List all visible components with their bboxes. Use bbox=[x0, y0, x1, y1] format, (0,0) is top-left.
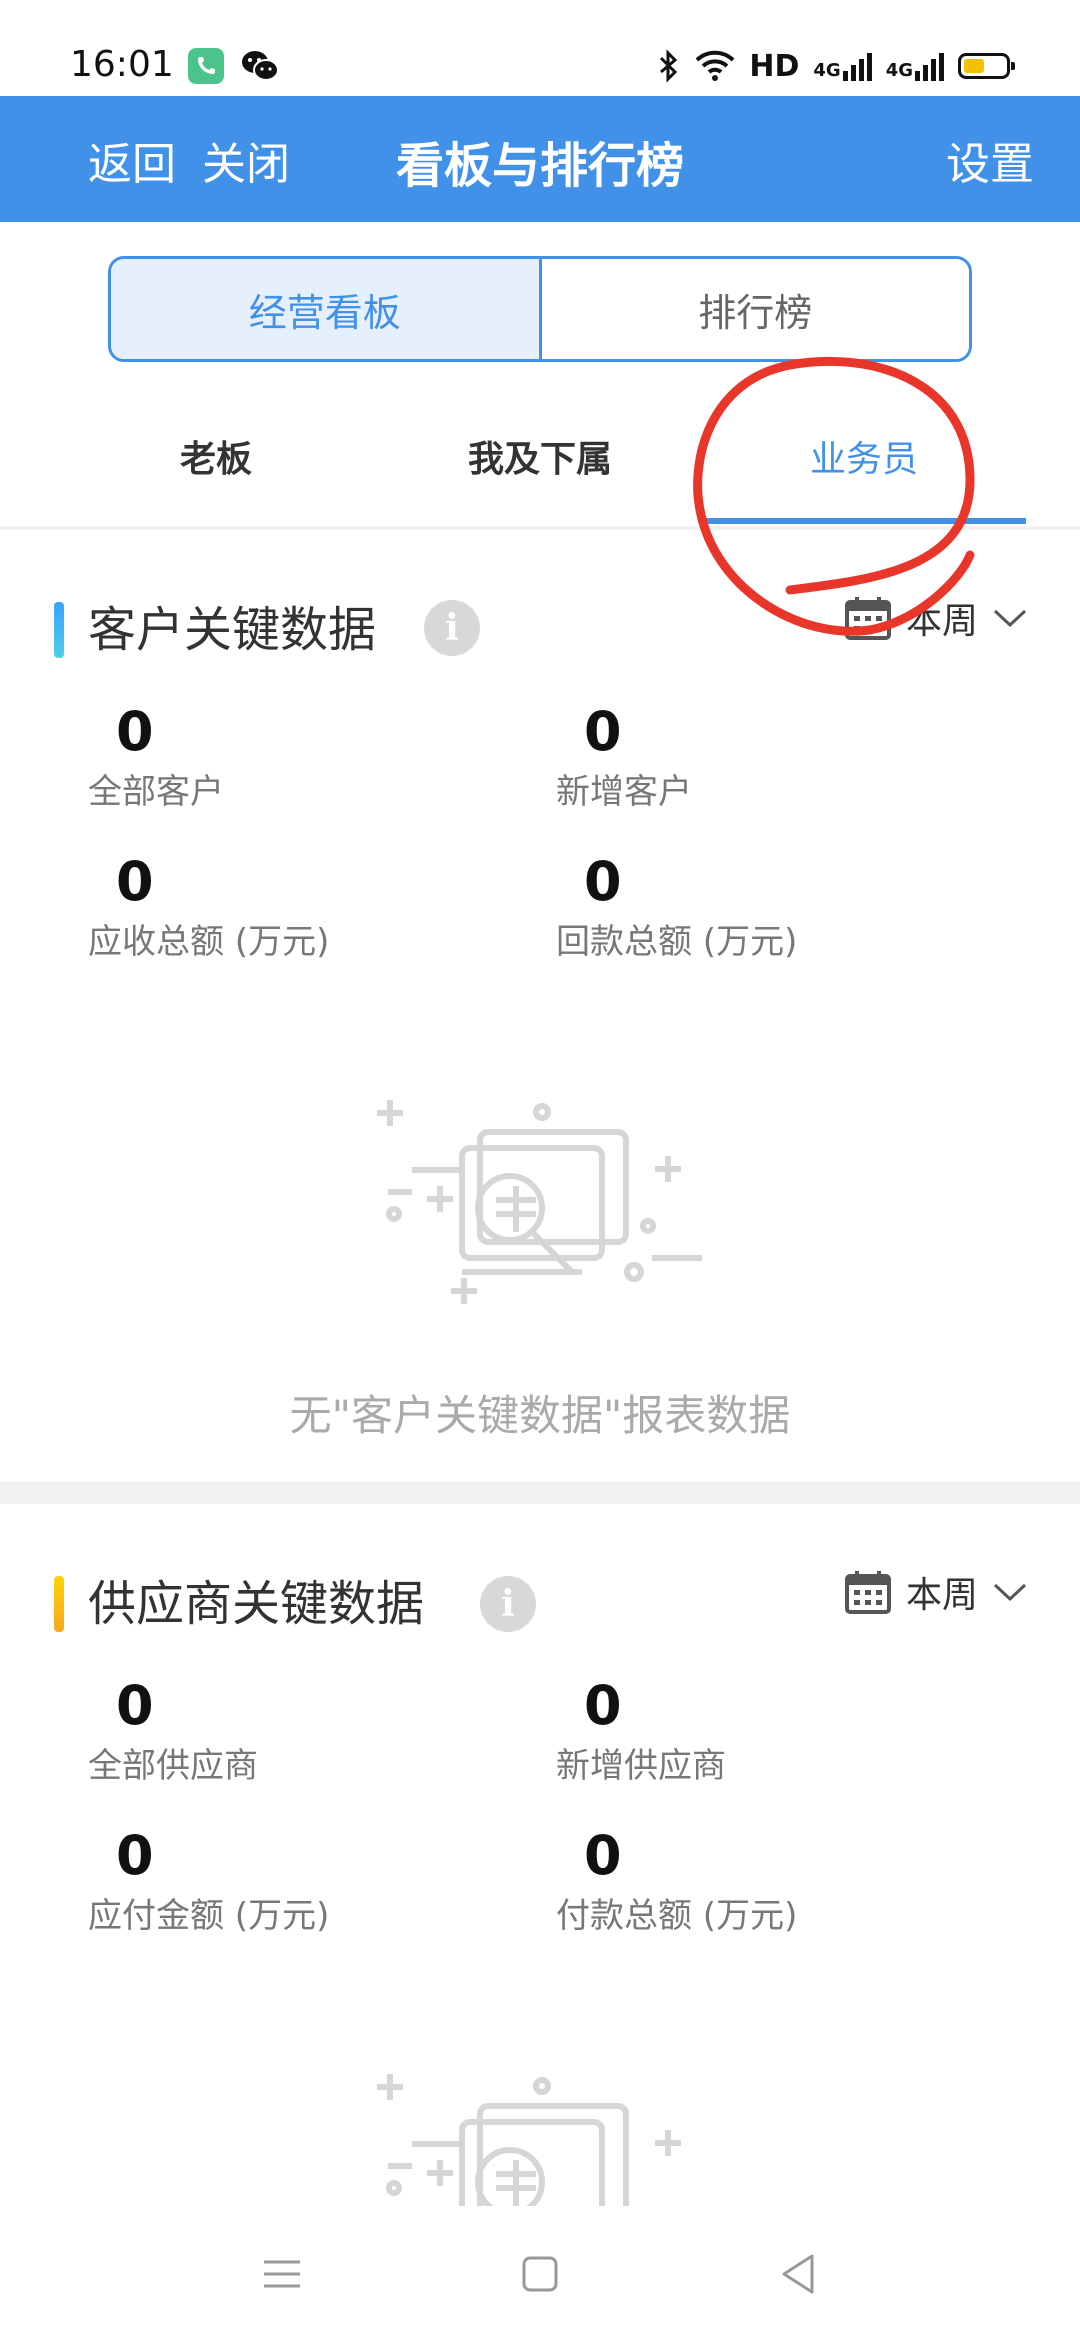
section-separator bbox=[0, 1482, 1080, 1504]
calendar-icon bbox=[844, 597, 891, 640]
section-title: 客户关键数据 bbox=[88, 602, 377, 658]
tab-me-and-subordinates[interactable]: 我及下属 bbox=[378, 430, 702, 482]
period-selector[interactable]: 本周 bbox=[844, 592, 1028, 644]
empty-report-icon bbox=[377, 1100, 702, 1304]
back-icon[interactable] bbox=[774, 2250, 822, 2298]
bluetooth-icon bbox=[660, 49, 678, 83]
page-title: 看板与排行榜 bbox=[395, 138, 684, 194]
view-segment: 经营看板 排行榜 bbox=[108, 256, 972, 362]
status-bar: 16:01 HD 4G 4G bbox=[0, 0, 1080, 96]
section-accent-bar bbox=[54, 1576, 64, 1632]
app-header: 返回 关闭 看板与排行榜 设置 bbox=[0, 96, 1080, 222]
settings-button[interactable]: 设置 bbox=[946, 128, 1034, 192]
divider bbox=[0, 526, 1080, 530]
period-selector[interactable]: 本周 bbox=[844, 1566, 1028, 1618]
supplier-key-data-section: 供应商关键数据 i 本周 0 全部供应商 0 新增供应商 0 应付金额 (万元)… bbox=[0, 1534, 1080, 2214]
wifi-icon bbox=[695, 50, 735, 81]
calendar-icon bbox=[844, 1571, 891, 1614]
home-icon[interactable] bbox=[516, 2250, 564, 2298]
phone-icon bbox=[188, 48, 224, 84]
menu-icon[interactable] bbox=[258, 2250, 306, 2298]
signal-icon: 4G bbox=[886, 51, 944, 81]
tab-salesperson[interactable]: 业务员 bbox=[702, 430, 1026, 482]
role-tabs: 老板 我及下属 业务员 bbox=[54, 400, 1026, 526]
hd-indicator: HD bbox=[749, 48, 800, 84]
clock: 16:01 bbox=[70, 44, 174, 85]
tab-ranking[interactable]: 排行榜 bbox=[541, 259, 969, 359]
period-label: 本周 bbox=[905, 1575, 978, 1616]
section-accent-bar bbox=[54, 602, 64, 658]
info-icon[interactable]: i bbox=[480, 1576, 536, 1632]
empty-illustration-clip bbox=[0, 2074, 1080, 2208]
battery-icon bbox=[958, 53, 1015, 79]
period-label: 本周 bbox=[905, 601, 978, 642]
tab-dashboard[interactable]: 经营看板 bbox=[111, 259, 542, 359]
system-nav-bar bbox=[0, 2206, 1080, 2340]
info-icon[interactable]: i bbox=[424, 600, 480, 656]
chevron-down-icon bbox=[993, 1583, 1027, 1602]
wechat-icon bbox=[240, 48, 280, 84]
customer-key-data-section: 客户关键数据 i 本周 0 全部客户 0 新增客户 0 应收总额 (万元) 0 … bbox=[0, 560, 1080, 1480]
empty-report-icon bbox=[377, 2074, 681, 2208]
tab-boss[interactable]: 老板 bbox=[54, 430, 378, 482]
signal-icon: 4G bbox=[813, 51, 872, 81]
section-title: 供应商关键数据 bbox=[88, 1576, 425, 1632]
active-tab-indicator bbox=[702, 518, 1026, 524]
chevron-down-icon bbox=[993, 609, 1027, 628]
empty-state-text: 无"客户关键数据"报表数据 bbox=[289, 1391, 791, 1440]
